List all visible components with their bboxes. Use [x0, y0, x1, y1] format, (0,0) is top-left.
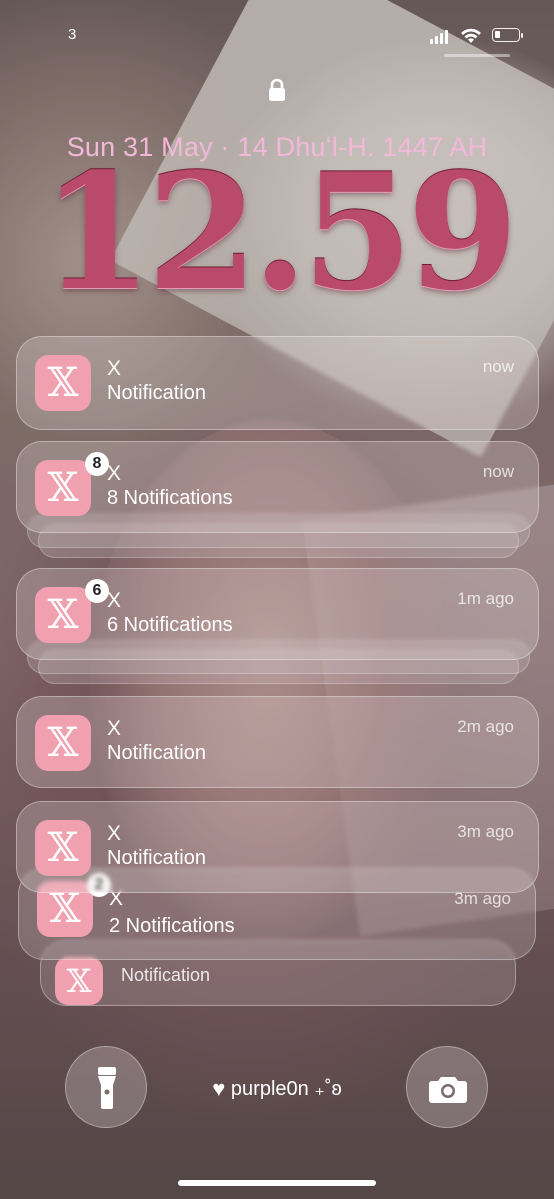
notification-text: Notification [107, 742, 206, 764]
notification-app-name: X [107, 357, 122, 380]
notification-card[interactable]: 𝕏 X Notification now [16, 336, 539, 430]
notification-time: now [482, 357, 514, 376]
notification-card-group[interactable]: 𝕏 8 X 8 Notifications now [16, 441, 539, 533]
x-app-icon: 𝕏 [35, 355, 91, 411]
notification-time: now [482, 462, 514, 481]
x-app-icon: 𝕏 [35, 715, 91, 771]
heart-icon: ♥ [212, 1076, 226, 1101]
notification-text: 2 Notifications [109, 915, 235, 937]
x-app-icon: 𝕏 8 [35, 452, 109, 516]
owner-name: purple0n ₊˚ʚ [230, 1078, 342, 1100]
camera-icon [429, 1077, 467, 1103]
lockscreen-time: 12.59 [41, 138, 518, 326]
notification-app-name: X [107, 822, 122, 845]
notification-app-name: X [107, 462, 122, 485]
control-center-indicator[interactable] [444, 54, 510, 57]
notification-text: Notification [107, 847, 206, 869]
notification-text: 8 Notifications [107, 487, 233, 509]
lock-icon [269, 78, 285, 101]
notification-card[interactable]: 𝕏 X Notification 2m ago [16, 696, 539, 788]
notification-app-name: X [107, 717, 122, 740]
carrier-label: 3 [68, 26, 77, 43]
x-app-icon: 𝕏 [55, 957, 103, 1005]
signal-icon [430, 30, 448, 44]
camera-button[interactable] [406, 1046, 488, 1128]
notification-card[interactable]: 𝕏 X Notification 3m ago [16, 801, 539, 893]
notification-text: Notification [107, 382, 206, 404]
x-app-icon: 𝕏 6 [35, 579, 109, 643]
x-app-icon: 𝕏 [35, 820, 91, 876]
home-indicator[interactable] [178, 1180, 376, 1186]
notification-card-group[interactable]: 𝕏 6 X 6 Notifications 1m ago [16, 568, 539, 660]
battery-icon [492, 28, 523, 42]
notification-time: 1m ago [457, 589, 514, 608]
notification-time: 3m ago [457, 822, 514, 841]
notification-count-badge: 6 [85, 579, 109, 603]
notification-time: 2m ago [457, 717, 514, 736]
wifi-icon [461, 28, 481, 43]
notification-text: 6 Notifications [107, 614, 233, 636]
notification-text: Notification [121, 965, 211, 985]
notification-app-name: X [107, 589, 122, 612]
status-bar: 3 [0, 26, 554, 50]
notification-count-badge: 8 [85, 452, 109, 476]
